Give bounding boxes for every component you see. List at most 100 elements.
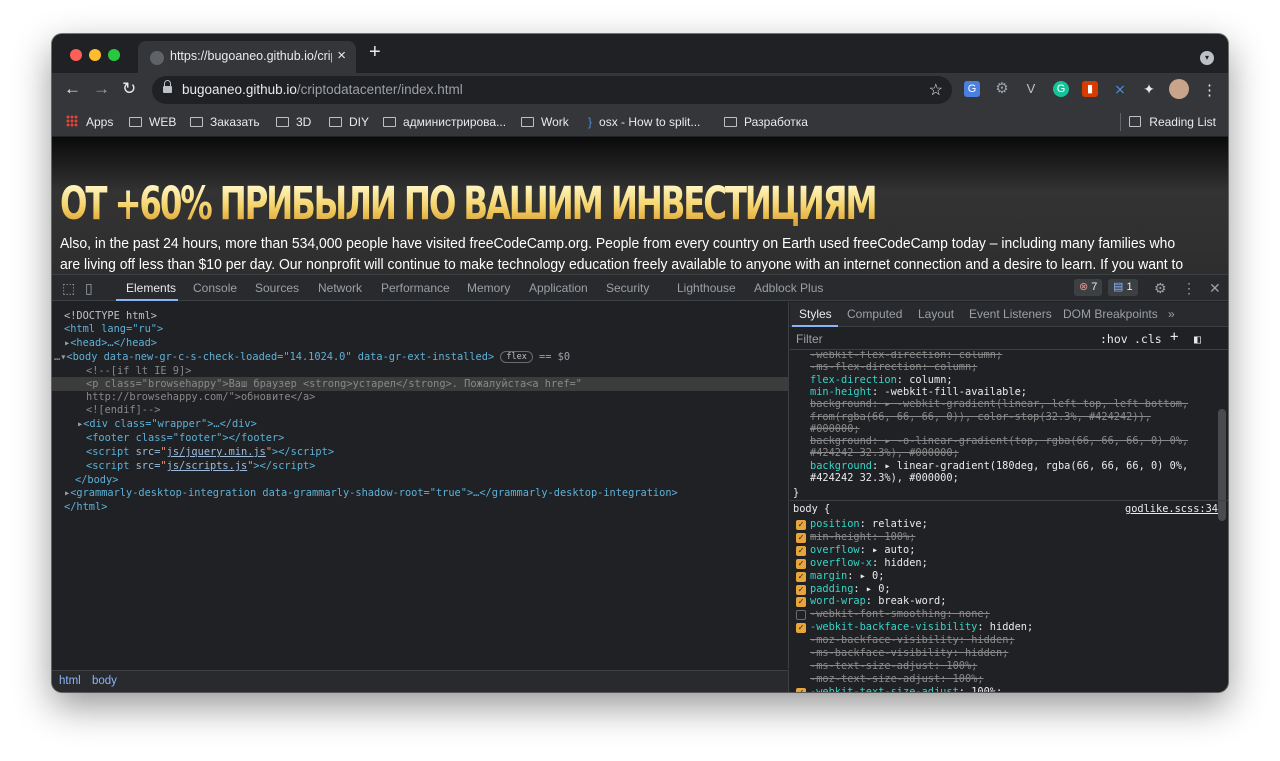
property-checkbox[interactable]: ✓ [796, 558, 806, 569]
dom-doctype[interactable]: <!DOCTYPE html> [64, 309, 157, 323]
gear-icon[interactable]: ⚙ [994, 81, 1010, 97]
tab-close-button[interactable]: × [337, 47, 346, 64]
toggle-sidebar-icon[interactable]: ◧ [1194, 332, 1201, 346]
css-declaration[interactable]: overflow: ▸ auto; [810, 544, 915, 557]
property-checkbox[interactable]: ✓ [796, 687, 806, 692]
css-declaration[interactable]: -ms-text-size-adjust: 100%; [810, 660, 977, 673]
css-property-name[interactable]: -ms-text-size-adjust [810, 660, 934, 672]
css-declaration[interactable]: -ms-backface-visibility: hidden; [810, 647, 1008, 660]
tab-layout[interactable]: Layout [918, 307, 954, 321]
css-property-name[interactable]: -ms-backface-visibility [810, 647, 953, 659]
css-property-value[interactable]: : none; [946, 608, 989, 620]
bookmark-osx[interactable]: } osx - How to split... [588, 115, 700, 129]
css-property-value[interactable]: : hidden; [959, 634, 1015, 646]
bookmark-dev[interactable]: Разработка [724, 115, 808, 129]
tab-performance[interactable]: Performance [381, 281, 450, 295]
dom-html[interactable]: <html lang="ru"> [64, 322, 163, 336]
css-property-value[interactable]: : 100%; [934, 660, 977, 672]
css-property-name[interactable]: -webkit-font-smoothing [810, 608, 946, 620]
browser-tab[interactable]: https://bugoaneo.github.io/crip × [138, 41, 356, 73]
css-property-name[interactable]: flex-direction [810, 374, 897, 386]
css-property-value[interactable]: : column; [946, 351, 1002, 361]
cross-icon[interactable]: ⨯ [1112, 81, 1128, 97]
maximize-window-button[interactable] [108, 49, 120, 61]
dom-head[interactable]: ▸<head>…</head> [64, 336, 157, 350]
css-property-name[interactable]: background [810, 398, 872, 410]
breadcrumb-html[interactable]: html [59, 675, 81, 687]
css-property-value[interactable]: : 100%; [872, 531, 915, 543]
bookmark-star-icon[interactable]: ☆ [929, 80, 943, 100]
vimeo-icon[interactable]: V [1023, 81, 1039, 97]
source-link[interactable]: godlike.scss:34 [1125, 503, 1218, 516]
css-property-value[interactable]: : column; [897, 374, 953, 386]
property-checkbox[interactable]: ✓ [796, 545, 806, 556]
class-toggle[interactable]: .cls [1134, 332, 1162, 346]
tab-event-listeners[interactable]: Event Listeners [969, 307, 1052, 321]
css-property-name[interactable]: min-height [810, 386, 872, 398]
css-declaration[interactable]: background: ▸ -o-linear-gradient(top, rg… [810, 435, 1188, 448]
css-declaration[interactable]: #424242 32.3%), #000000; [810, 472, 959, 485]
scrollbar-thumb[interactable] [1218, 409, 1226, 521]
dom-script-scripts[interactable]: <script src="js/scripts.js"></script> [86, 459, 315, 473]
bookmark-work[interactable]: Work [521, 115, 569, 129]
property-checkbox[interactable]: ✓ [796, 597, 806, 608]
property-checkbox[interactable] [796, 610, 806, 621]
css-property-name[interactable]: padding [810, 583, 853, 595]
breadcrumb-body[interactable]: body [92, 675, 117, 687]
avatar[interactable] [1169, 79, 1189, 99]
css-property-value[interactable]: : -webkit-fill-available; [872, 386, 1027, 398]
inspect-element-icon[interactable]: ⬚ [62, 280, 75, 297]
css-property-value[interactable]: : ▸ auto; [860, 544, 916, 556]
css-declaration[interactable]: background: ▸ -webkit-gradient(linear, l… [810, 398, 1188, 411]
tab-dom-breakpoints[interactable]: DOM Breakpoints [1063, 307, 1158, 321]
dom-browsehappy-2[interactable]: http://browsehappy.com/">обновите</a> [86, 390, 315, 404]
css-property-name[interactable]: background [810, 435, 872, 447]
css-property-name[interactable]: -moz-text-size-adjust [810, 673, 940, 685]
dom-wrapper[interactable]: ▸<div class="wrapper">…</div> [77, 417, 257, 431]
css-declaration[interactable]: -moz-backface-visibility: hidden; [810, 634, 1015, 647]
css-declaration[interactable]: -webkit-font-smoothing: none; [810, 608, 990, 621]
css-property-value[interactable]: : ▸ 0; [847, 570, 884, 582]
css-declaration[interactable]: -webkit-text-size-adjust: 100%; [810, 686, 1002, 692]
dom-browsehappy-1[interactable]: <p class="browsehappy">Ваш браузер <stro… [86, 377, 582, 391]
css-property-value[interactable]: : ▸ -o-linear-gradient(top, rgba(66, 66,… [872, 435, 1188, 447]
css-property-value[interactable]: : break-word; [866, 595, 947, 607]
css-property-name[interactable]: min-height [810, 531, 872, 543]
css-property-value[interactable]: : 100%; [940, 673, 983, 685]
bookmark-admin[interactable]: администрирова... [383, 115, 506, 129]
translate-icon[interactable]: G [964, 81, 980, 97]
dom-comment-if[interactable]: <!--[if lt IE 9]> [86, 364, 191, 378]
reading-list-button[interactable]: Reading List [1129, 115, 1216, 129]
bookmark-diy[interactable]: DIY [329, 115, 369, 129]
property-checkbox[interactable]: ✓ [796, 532, 806, 543]
dom-body[interactable]: …▾<body data-new-gr-c-s-check-loaded="14… [54, 350, 570, 364]
css-property-name[interactable]: overflow-x [810, 557, 872, 569]
css-declaration[interactable]: #000000; [810, 423, 860, 436]
messages-badge[interactable]: ▤ 1 [1108, 279, 1138, 296]
more-tabs-chevron[interactable]: » [1168, 307, 1175, 321]
new-rule-plus-icon[interactable]: + [1170, 329, 1178, 345]
css-property-name[interactable]: position [810, 518, 860, 530]
tab-application[interactable]: Application [529, 281, 588, 295]
bookmark-apps[interactable]: Apps [66, 115, 113, 129]
flex-badge[interactable]: flex [500, 351, 533, 363]
css-declaration[interactable]: from(rgba(66, 66, 66, 0)), color-stop(32… [810, 411, 1151, 424]
tab-security[interactable]: Security [606, 281, 649, 295]
css-declaration[interactable]: overflow-x: hidden; [810, 557, 928, 570]
css-declaration[interactable]: -ms-flex-direction: column; [810, 361, 977, 374]
dom-script-jquery[interactable]: <script src="js/jquery.min.js"></script> [86, 445, 334, 459]
tab-adblock-plus[interactable]: Adblock Plus [754, 281, 823, 295]
url-text[interactable]: bugoaneo.github.io/criptodatacenter/inde… [182, 82, 463, 97]
tab-elements[interactable]: Elements [126, 281, 176, 295]
property-checkbox[interactable]: ✓ [796, 571, 806, 582]
css-property-value[interactable]: : ▸ 0; [853, 583, 890, 595]
tab-lighthouse[interactable]: Lighthouse [677, 281, 736, 295]
reload-button[interactable]: ↻ [122, 79, 136, 99]
css-declaration[interactable]: word-wrap: break-word; [810, 595, 946, 608]
css-declaration[interactable]: min-height: 100%; [810, 531, 915, 544]
css-property-name[interactable]: -webkit-flex-direction [810, 351, 946, 361]
script-src-link[interactable]: js/jquery.min.js [167, 446, 266, 458]
device-toolbar-icon[interactable]: ▯ [85, 280, 93, 297]
body-selector[interactable]: body { [793, 503, 830, 516]
css-declaration[interactable]: flex-direction: column; [810, 374, 953, 387]
